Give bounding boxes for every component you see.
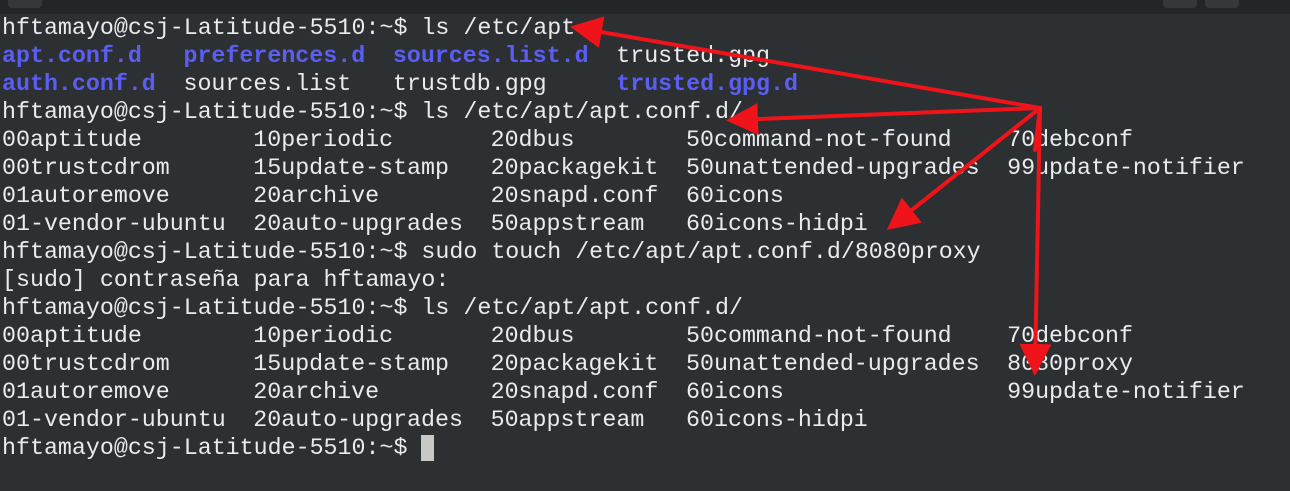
- file-entry: 10periodic: [253, 127, 394, 153]
- terminal-output[interactable]: hftamayo@csj-Latitude-5510:~$ ls /etc/ap…: [2, 14, 1288, 491]
- command-text: ls /etc/apt: [421, 15, 576, 41]
- file-entry: 50command-not-found: [686, 127, 952, 153]
- file-entry: 99update-notifier: [1007, 155, 1245, 181]
- file-entry: 60icons: [686, 183, 784, 209]
- file-entry: 50appstream: [490, 407, 645, 433]
- file-entry: 20snapd.conf: [490, 183, 659, 209]
- listing-row: 00trustcdrom 15update-stamp 20packagekit 50…: [2, 154, 1288, 182]
- file-entry: 60icons-hidpi: [686, 211, 868, 237]
- file-entry: 00aptitude: [2, 127, 142, 153]
- command-text: ls /etc/apt/apt.conf.d/: [421, 99, 743, 125]
- file-entry: 20dbus: [490, 127, 575, 153]
- file-entry: 50appstream: [490, 211, 645, 237]
- file-entry: 70debconf: [1007, 127, 1133, 153]
- directory-entry: trusted.gpg.d: [616, 71, 798, 97]
- file-entry: 20auto-upgrades: [253, 211, 463, 237]
- file-entry: 00trustcdrom: [2, 351, 170, 377]
- file-entry: 60icons-hidpi: [686, 407, 868, 433]
- listing-row: 00aptitude 10periodic 20dbus 50command-not-…: [2, 126, 1288, 154]
- file-entry: 15update-stamp: [253, 351, 449, 377]
- listing-row: 00trustcdrom 15update-stamp 20packagekit 50…: [2, 350, 1288, 378]
- file-entry: 15update-stamp: [253, 155, 449, 181]
- listing-row: 01autoremove 20archive 20snapd.conf 60icons: [2, 182, 1288, 210]
- directory-entry: sources.list.d: [392, 43, 589, 69]
- file-entry: 70debconf: [1007, 323, 1133, 349]
- shell-prompt: hftamayo@csj-Latitude-5510:~$: [2, 99, 422, 125]
- file-entry: 20dbus: [490, 323, 575, 349]
- command-text: ls /etc/apt/apt.conf.d/: [421, 295, 743, 321]
- file-entry: sources.list: [183, 71, 352, 97]
- shell-prompt: hftamayo@csj-Latitude-5510:~$: [2, 239, 422, 265]
- maximize-button[interactable]: [1163, 0, 1197, 8]
- file-entry: 50unattended-upgrades: [686, 351, 980, 377]
- file-entry: 20packagekit: [490, 351, 659, 377]
- file-entry: 50command-not-found: [686, 323, 952, 349]
- file-entry: 60icons: [686, 379, 784, 405]
- listing-row: apt.conf.d preferences.d sources.list.d tru…: [2, 42, 1288, 70]
- shell-prompt: hftamayo@csj-Latitude-5510:~$: [2, 15, 422, 41]
- prompt-line: hftamayo@csj-Latitude-5510:~$ ls /etc/ap…: [2, 14, 1288, 42]
- listing-row: 01-vendor-ubuntu 20auto-upgrades 50appstre…: [2, 406, 1288, 434]
- text-cursor: [421, 435, 435, 461]
- directory-entry: auth.conf.d: [2, 71, 156, 97]
- minimize-button[interactable]: [8, 0, 42, 8]
- file-entry: 20archive: [253, 379, 380, 405]
- shell-prompt: hftamayo@csj-Latitude-5510:~$: [2, 435, 422, 461]
- file-entry: 20auto-upgrades: [253, 407, 463, 433]
- file-entry: 20archive: [253, 183, 380, 209]
- listing-row: auth.conf.d sources.list trustdb.gpg truste…: [2, 70, 1288, 98]
- file-entry: 50unattended-upgrades: [686, 155, 980, 181]
- file-entry: 01autoremove: [2, 183, 170, 209]
- close-button[interactable]: [1205, 0, 1239, 8]
- listing-row: 01autoremove 20archive 20snapd.conf 60icons…: [2, 378, 1288, 406]
- file-entry: 20packagekit: [490, 155, 659, 181]
- file-entry: 00trustcdrom: [2, 155, 170, 181]
- prompt-line: hftamayo@csj-Latitude-5510:~$ ls /etc/ap…: [2, 98, 1288, 126]
- file-entry: trustdb.gpg: [392, 71, 547, 97]
- file-entry: 01autoremove: [2, 379, 170, 405]
- listing-row: 00aptitude 10periodic 20dbus 50command-not-…: [2, 322, 1288, 350]
- prompt-line: hftamayo@csj-Latitude-5510:~$: [2, 434, 1288, 462]
- file-entry: trusted.gpg: [616, 43, 771, 69]
- file-entry: 10periodic: [253, 323, 394, 349]
- shell-prompt: hftamayo@csj-Latitude-5510:~$: [2, 295, 422, 321]
- file-entry: 99update-notifier: [1007, 379, 1245, 405]
- file-entry: 01-vendor-ubuntu: [2, 407, 226, 433]
- output-line: [sudo] contraseña para hftamayo:: [2, 267, 450, 293]
- command-text: sudo touch /etc/apt/apt.conf.d/8080proxy: [421, 239, 981, 265]
- file-entry: 01-vendor-ubuntu: [2, 211, 226, 237]
- file-entry: 00aptitude: [2, 323, 142, 349]
- directory-entry: preferences.d: [183, 43, 366, 69]
- window-titlebar: [0, 0, 1290, 14]
- directory-entry: apt.conf.d: [2, 43, 142, 69]
- file-entry: 20snapd.conf: [490, 379, 659, 405]
- listing-row: 01-vendor-ubuntu 20auto-upgrades 50appstre…: [2, 210, 1288, 238]
- prompt-line: hftamayo@csj-Latitude-5510:~$ sudo touch…: [2, 238, 1288, 266]
- prompt-line: hftamayo@csj-Latitude-5510:~$ ls /etc/ap…: [2, 294, 1288, 322]
- file-entry: 8080proxy: [1007, 351, 1133, 377]
